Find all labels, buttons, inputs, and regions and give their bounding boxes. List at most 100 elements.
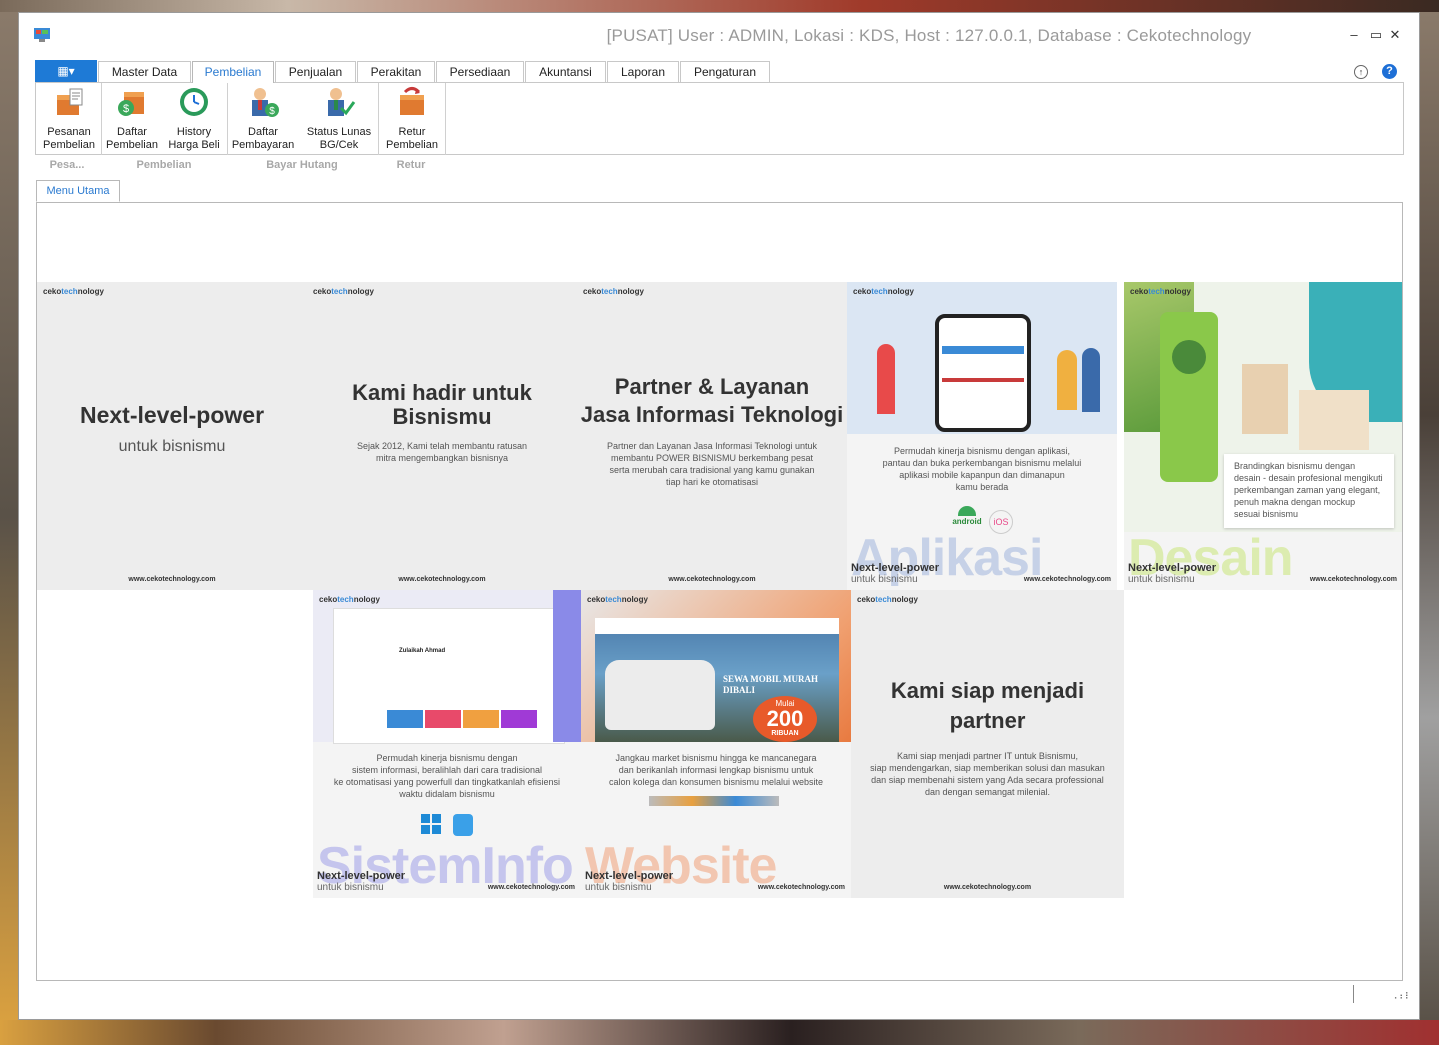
brand-logo: cekotechnology [857, 595, 918, 604]
group-label-retur: Retur [396, 159, 426, 171]
brand-logo: cekotechnology [583, 287, 644, 296]
tile-url: www.cekotechnology.com [128, 576, 216, 583]
tile-tagline-sub: untuk bisnismu [1128, 574, 1195, 585]
website-illustration: SEWA MOBIL MURAH DIBALI Mulai 200 RIBUAN [581, 590, 851, 742]
history-harga-beli-button[interactable]: History Harga Beli [163, 86, 225, 152]
tab-perakitan[interactable]: Perakitan [357, 61, 435, 82]
tab-pengaturan[interactable]: Pengaturan [680, 61, 770, 82]
partner-logos [649, 796, 779, 806]
banner-tile-kami-siap: cekotechnology Kami siap menjadi partner… [851, 590, 1124, 898]
payment-person-icon: $ [252, 88, 279, 117]
tile-headline: Next-level-power [79, 402, 265, 428]
windows-icon [421, 814, 441, 834]
daftar-pembelian-button[interactable]: $ Daftar Pembelian [104, 86, 160, 152]
tile-tagline: Next-level-power [1128, 562, 1217, 574]
banner-tile-kami-hadir: cekotechnology Kami hadir untuk Bisnismu… [307, 282, 577, 590]
app-window: [PUSAT] User : ADMIN, Lokasi : KDS, Host… [18, 12, 1420, 1020]
banner-tile-website: SEWA MOBIL MURAH DIBALI Mulai 200 RIBUAN … [581, 590, 851, 898]
ribbon-tab-strip: ▦▾ Master Data Pembelian Penjualan Perak… [35, 60, 1405, 83]
daftar-pembayaran-button[interactable]: $ Daftar Pembayaran [230, 86, 296, 152]
banner-tile-partner-layanan: cekotechnology Partner & Layanan Jasa In… [577, 282, 847, 590]
retur-pembelian-button[interactable]: Retur Pembelian [381, 86, 443, 152]
banner-tile-aplikasi: cekotechnology Permudah kinerja bisnismu… [847, 282, 1117, 590]
brand-logo: cekotechnology [43, 287, 104, 296]
window-title: [PUSAT] User : ADMIN, Lokasi : KDS, Host… [606, 26, 1252, 45]
tile-tagline-sub: untuk bisnismu [851, 574, 918, 585]
tab-penjualan[interactable]: Penjualan [275, 61, 356, 82]
tile-tagline-sub: untuk bisnismu [317, 882, 384, 893]
group-separator [378, 83, 379, 155]
group-label-bayar-hutang: Bayar Hutang [266, 159, 338, 171]
status-lunas-button[interactable]: Status Lunas BG/Cek [302, 86, 376, 152]
tile-headline: partner [949, 708, 1026, 733]
application-menu-button[interactable]: ▦▾ [35, 60, 97, 82]
brand-logo: cekotechnology [1130, 287, 1191, 296]
help-icon[interactable]: ? [1382, 64, 1397, 79]
desktop-background-right [1420, 12, 1439, 1020]
pesanan-pembelian-button[interactable]: Pesanan Pembelian [39, 86, 99, 152]
system-dashboard-illustration: Zulaikah Ahmad [313, 590, 581, 744]
brand-logo: cekotechnology [313, 287, 374, 296]
resize-grip-icon[interactable]: ⠠⠰⠸ [1391, 991, 1409, 1002]
tab-laporan[interactable]: Laporan [607, 61, 679, 82]
status-bar-divider [1353, 985, 1354, 1003]
tile-description: Kami siap menjadi partner IT untuk Bisni… [870, 751, 1105, 797]
tile-url: www.cekotechnology.com [943, 884, 1032, 891]
group-separator [101, 83, 102, 155]
tile-url: www.cekotechnology.com [487, 884, 575, 891]
tile-tagline-sub: untuk bisnismu [585, 882, 652, 893]
group-separator [227, 83, 228, 155]
tile-url: www.cekotechnology.com [668, 576, 756, 583]
tile-headline: Kami siap menjadi [890, 678, 1085, 703]
tile-url: www.cekotechnology.com [1023, 576, 1111, 583]
status-check-person-icon [328, 88, 356, 116]
main-content-panel: cekotechnology Next-level-power untuk bi… [36, 202, 1403, 981]
tile-description: Partner dan Layanan Jasa Informasi Tekno… [607, 441, 817, 487]
group-label-pembelian: Pembelian [136, 159, 192, 171]
tile-tagline: Next-level-power [851, 562, 940, 574]
group-separator [445, 83, 446, 155]
tile-description: Permudah kinerja bisnismu dengan aplikas… [882, 446, 1082, 492]
tile-tagline: Next-level-power [317, 870, 406, 882]
collapse-ribbon-icon[interactable]: ↑ [1354, 65, 1368, 79]
tile-description: Brandingkan bisnismu dengan desain - desa… [1234, 461, 1383, 519]
android-icon: android [952, 506, 982, 526]
tile-headline: Bisnismu [392, 404, 492, 429]
tile-url: www.cekotechnology.com [398, 576, 486, 583]
group-label-pesanan: Pesa... [49, 159, 85, 171]
finder-icon [453, 814, 473, 836]
desktop-background-bottom [0, 1020, 1439, 1045]
tile-description: Permudah kinerja bisnismu dengan sistem i… [333, 753, 561, 799]
tile-subheadline: untuk bisnismu [118, 438, 226, 455]
title-bar[interactable]: [PUSAT] User : ADMIN, Lokasi : KDS, Host… [19, 13, 1419, 59]
tile-headline: Partner & Layanan [614, 374, 810, 399]
tile-headline: Jasa Informasi Teknologi [580, 402, 844, 427]
tab-menu-utama[interactable]: Menu Utama [36, 180, 120, 202]
close-button[interactable]: ✕ [1386, 27, 1404, 43]
banner-tile-desain: cekotechnology Brandingkan bisnismu deng… [1124, 282, 1402, 590]
svg-text:$: $ [123, 103, 129, 115]
tile-description: Jangkau market bisnismu hingga ke mancan… [608, 753, 824, 787]
maximize-button[interactable]: ▭ [1367, 27, 1385, 43]
tile-description: Sejak 2012, Kami telah membantu ratusan m… [356, 441, 528, 463]
history-clock-icon [180, 88, 208, 116]
tab-pembelian[interactable]: Pembelian [192, 61, 274, 83]
desktop-background-top [0, 0, 1439, 12]
desktop-background-left [0, 12, 18, 1020]
svg-text:$: $ [269, 106, 275, 117]
brand-logo: cekotechnology [853, 287, 914, 296]
minimize-button[interactable]: – [1345, 27, 1363, 42]
banner-tile-next-level-power: cekotechnology Next-level-power untuk bi… [37, 282, 307, 590]
banner-tile-sistem-info: Zulaikah Ahmad cekotechnology Permudah k… [313, 590, 581, 898]
mobile-app-illustration [847, 282, 1117, 434]
tab-persediaan[interactable]: Persediaan [436, 61, 524, 82]
brand-logo: cekotechnology [587, 595, 648, 604]
tab-akuntansi[interactable]: Akuntansi [525, 61, 606, 82]
tab-master-data[interactable]: Master Data [98, 61, 191, 82]
brand-logo: cekotechnology [319, 595, 380, 604]
ribbon-panel: Pesanan Pembelian $ Daftar Pembelian His… [35, 82, 1404, 155]
return-box-icon [400, 87, 424, 115]
tile-headline: Kami hadir untuk [352, 380, 532, 405]
tile-tagline: Next-level-power [585, 870, 674, 882]
tile-url: www.cekotechnology.com [1309, 576, 1397, 583]
